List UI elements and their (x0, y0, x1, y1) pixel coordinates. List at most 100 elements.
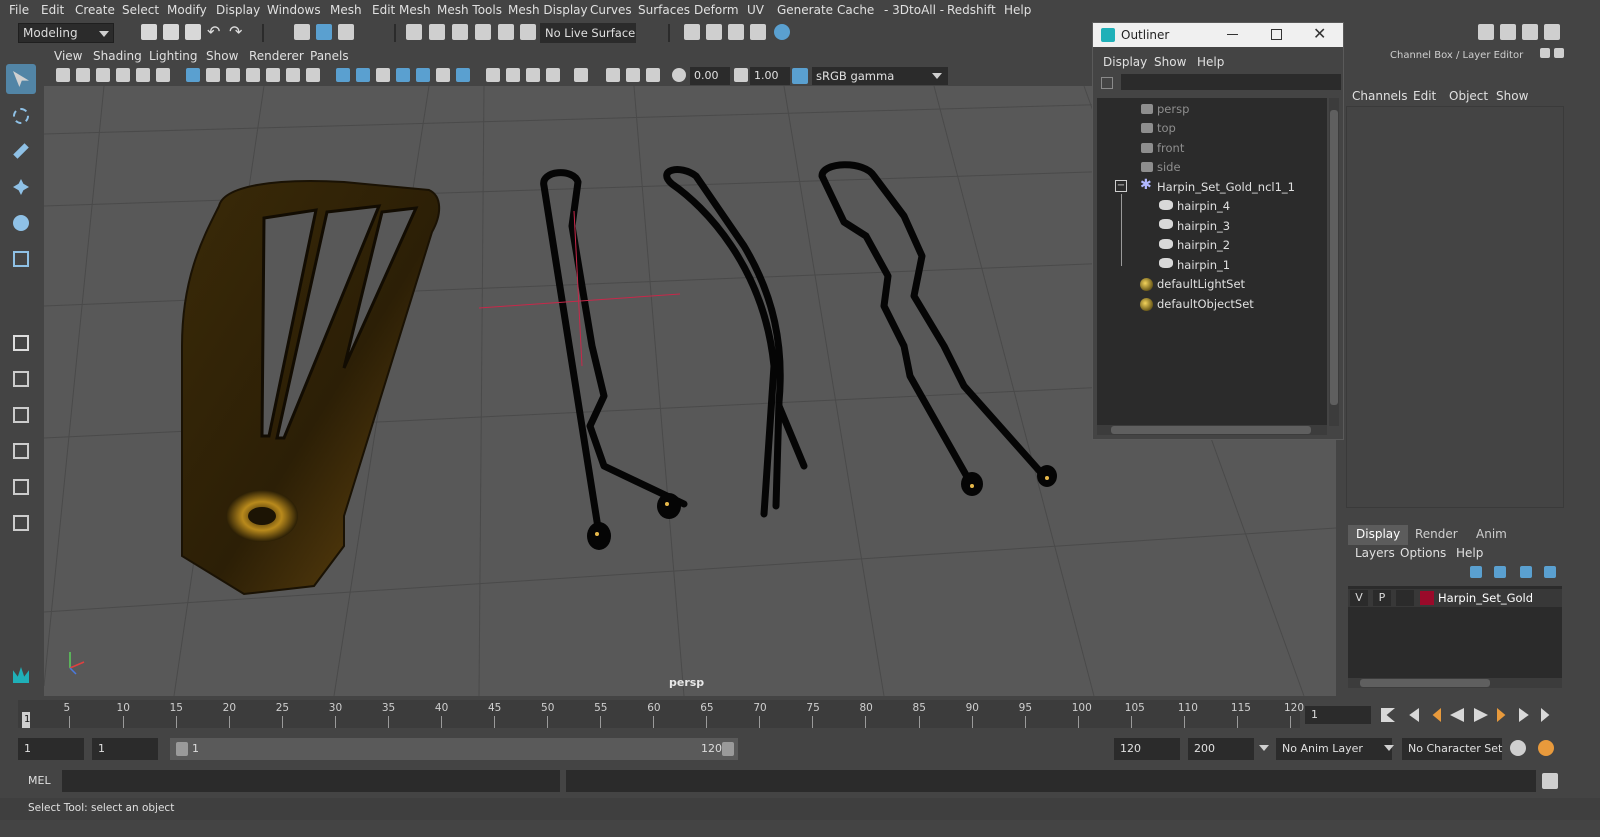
chevron-down-icon[interactable] (1259, 745, 1269, 751)
save-scene-icon[interactable] (185, 24, 201, 40)
paint-select-tool-button[interactable] (6, 136, 36, 166)
grid-icon[interactable] (186, 68, 200, 82)
vp-menu-lighting[interactable]: Lighting (149, 49, 198, 63)
select-tool-button[interactable] (6, 64, 36, 94)
shadows-icon[interactable] (436, 68, 450, 82)
layout-hypershade-button[interactable] (6, 508, 36, 538)
menu-redshift[interactable]: Redshift (947, 3, 996, 17)
new-layer-selected-icon[interactable] (1544, 566, 1556, 578)
menu-edit[interactable]: Edit (41, 3, 64, 17)
layout-single-button[interactable] (6, 328, 36, 358)
field-chart-icon[interactable] (266, 68, 280, 82)
layer-menu-layers[interactable]: Layers (1355, 546, 1395, 560)
character-set-dropdown[interactable]: No Character Set (1402, 738, 1502, 760)
menu-windows[interactable]: Windows (267, 3, 321, 17)
bookmark-icon[interactable] (96, 68, 110, 82)
xray-joints-icon[interactable] (626, 68, 640, 82)
outliner-menu-display[interactable]: Display (1103, 55, 1147, 69)
move-layer-down-icon[interactable] (1494, 566, 1506, 578)
cb-menu-show[interactable]: Show (1496, 89, 1528, 103)
select-component-icon[interactable] (338, 24, 354, 40)
menu-deform[interactable]: Deform (694, 3, 739, 17)
vp-menu-renderer[interactable]: Renderer (249, 49, 304, 63)
layer-horizontal-scrollbar[interactable] (1348, 678, 1562, 688)
cb-menu-object[interactable]: Object (1449, 89, 1488, 103)
menu-3dtoall[interactable]: - 3DtoAll - (884, 3, 944, 17)
tool-settings-icon[interactable] (1544, 24, 1560, 40)
outliner-item-hairpin-2[interactable]: hairpin_2 (1177, 238, 1230, 252)
outliner-item-default-object-set[interactable]: defaultObjectSet (1157, 297, 1254, 311)
menu-cache[interactable]: Cache (837, 3, 874, 17)
close-icon[interactable]: ✕ (1313, 24, 1326, 43)
scrollbar-thumb[interactable] (1330, 110, 1338, 405)
isolate-select-icon[interactable] (574, 68, 588, 82)
outliner-item-hairpin-4[interactable]: hairpin_4 (1177, 199, 1230, 213)
tab-anim[interactable]: Anim (1468, 525, 1515, 545)
modeling-toolkit-icon[interactable] (1500, 24, 1516, 40)
camera-select-icon[interactable] (56, 68, 70, 82)
layer-menu-options[interactable]: Options (1400, 546, 1446, 560)
outliner-item-default-light-set[interactable]: defaultLightSet (1157, 277, 1245, 291)
step-forward-key-icon[interactable] (1497, 708, 1506, 722)
rotate-tool-button[interactable] (6, 208, 36, 238)
command-input[interactable] (62, 770, 560, 792)
motion-blur-icon[interactable] (506, 68, 520, 82)
current-frame-field[interactable]: 1 (1305, 706, 1371, 724)
attribute-editor-icon[interactable] (1522, 24, 1538, 40)
go-to-end-icon[interactable] (1541, 708, 1550, 722)
safe-action-icon[interactable] (286, 68, 300, 82)
menu-display[interactable]: Display (216, 3, 260, 17)
playback-end-field[interactable]: 120 (1114, 738, 1180, 760)
textured-icon[interactable] (396, 68, 410, 82)
layer-name[interactable]: Harpin_Set_Gold (1438, 591, 1533, 605)
menu-modify[interactable]: Modify (167, 3, 207, 17)
menu-select[interactable]: Select (122, 3, 159, 17)
snap-curve-icon[interactable] (429, 24, 445, 40)
script-editor-icon[interactable] (1542, 773, 1558, 789)
cb-menu-edit[interactable]: Edit (1413, 89, 1436, 103)
layer-playback-toggle[interactable]: P (1373, 590, 1391, 606)
range-slider[interactable]: 1 120 (170, 738, 738, 760)
ipr-render-icon[interactable] (728, 24, 744, 40)
menu-mesh[interactable]: Mesh (330, 3, 362, 17)
mode-dropdown[interactable]: Modeling (18, 23, 114, 43)
animation-start-field[interactable]: 1 (18, 738, 84, 760)
render-view-icon[interactable] (684, 24, 700, 40)
use-all-lights-icon[interactable] (416, 68, 430, 82)
menu-curves[interactable]: Curves (590, 3, 632, 17)
gamma-field[interactable]: 1.00 (750, 67, 790, 85)
menu-surfaces[interactable]: Surfaces (638, 3, 690, 17)
color-space-dropdown[interactable]: sRGB gamma (812, 67, 948, 85)
smooth-shade-icon[interactable] (356, 68, 370, 82)
time-slider-track[interactable]: 1 5 10 15 20 25 30 35 40 45 50 55 60 65 70 75 80 85 90 95 1… (18, 700, 1304, 728)
exposure-field[interactable]: 0.00 (690, 67, 730, 85)
snap-grid-icon[interactable] (406, 24, 422, 40)
move-layer-up-icon[interactable] (1470, 566, 1482, 578)
outliner-horizontal-scrollbar[interactable] (1097, 425, 1327, 435)
anim-layer-dropdown[interactable]: No Anim Layer (1276, 738, 1392, 760)
resolution-gate-icon[interactable] (226, 68, 240, 82)
menu-edit-mesh[interactable]: Edit Mesh (372, 3, 431, 17)
symmetry-icon[interactable] (520, 24, 536, 40)
xray-active-icon[interactable] (646, 68, 660, 82)
layout-persp-graph-button[interactable] (6, 436, 36, 466)
range-slider-end-handle[interactable] (722, 742, 734, 756)
outliner-item-side[interactable]: side (1157, 160, 1181, 174)
hud-icon[interactable] (606, 68, 620, 82)
undo-icon[interactable]: ↶ (207, 24, 223, 40)
outliner-item-top[interactable]: top (1157, 121, 1176, 135)
wireframe-on-shaded-icon[interactable] (376, 68, 390, 82)
command-language-label[interactable]: MEL (28, 774, 51, 787)
chevron-down-icon[interactable] (1384, 745, 1394, 751)
vp-menu-show[interactable]: Show (206, 49, 238, 63)
layer-visibility-toggle[interactable]: V (1350, 590, 1368, 606)
ambient-occlusion-icon[interactable] (486, 68, 500, 82)
play-forwards-icon[interactable] (1474, 708, 1488, 722)
outliner-vertical-scrollbar[interactable] (1329, 98, 1339, 426)
tab-render[interactable]: Render (1407, 525, 1466, 545)
range-slider-start-handle[interactable] (176, 742, 188, 756)
layout-four-button[interactable] (6, 364, 36, 394)
image-plane-icon[interactable] (116, 68, 130, 82)
playback-start-field[interactable]: 1 (92, 738, 158, 760)
collapse-icon[interactable]: − (1115, 180, 1127, 192)
